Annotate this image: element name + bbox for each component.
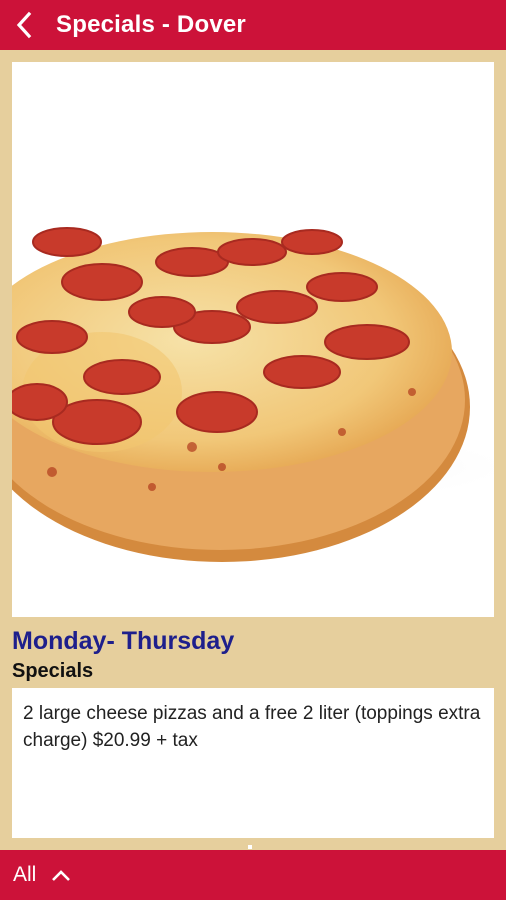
page-title: Specials - Dover	[56, 11, 246, 38]
chevron-up-icon[interactable]	[50, 868, 72, 882]
pizza-image	[12, 62, 494, 617]
back-button[interactable]	[2, 0, 46, 50]
page-indicator-dot	[248, 845, 252, 849]
bottom-bar: All	[0, 850, 506, 900]
special-day-range: Monday- Thursday	[12, 627, 235, 655]
special-card: Monday- Thursday Specials 2 large cheese…	[12, 62, 494, 838]
special-section-label: Specials	[12, 660, 94, 682]
back-arrow-icon	[16, 11, 32, 39]
special-description: 2 large cheese pizzas and a free 2 liter…	[12, 688, 494, 838]
app-bar: Specials - Dover	[0, 0, 506, 50]
filter-all-button[interactable]: All	[13, 863, 36, 887]
